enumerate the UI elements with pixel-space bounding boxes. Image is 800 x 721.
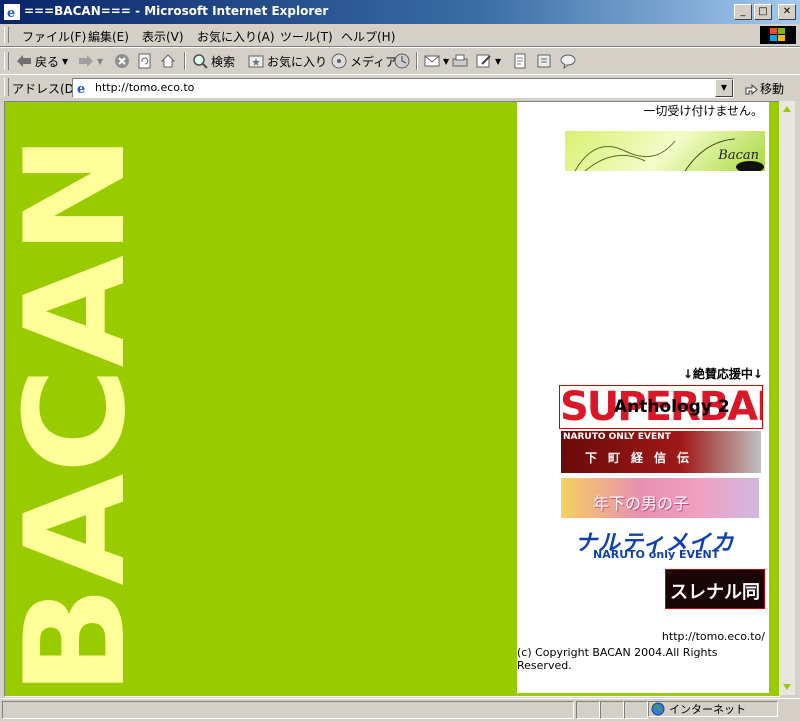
back-arrow-icon bbox=[17, 55, 31, 67]
favorites-icon bbox=[248, 55, 264, 68]
surenaru-banner[interactable]: スレナル同盟 bbox=[665, 569, 765, 609]
shitamachi-banner-title: 下町経信伝 bbox=[585, 451, 701, 465]
messenger-icon bbox=[560, 54, 576, 69]
main-banner-text: Bacan bbox=[718, 148, 759, 163]
copyright-text: (c) Copyright BACAN 2004.All Rights Rese… bbox=[517, 646, 718, 672]
anthology-banner[interactable]: SUPERBAD Anthology 2 bbox=[559, 385, 763, 429]
page-icon: e bbox=[77, 82, 85, 96]
edit-button[interactable]: ▼ bbox=[476, 52, 501, 70]
favorites-label: お気に入り bbox=[267, 54, 328, 69]
messenger-button[interactable] bbox=[560, 52, 576, 70]
go-arrow-icon bbox=[745, 83, 758, 95]
shitamachi-banner-event: NARUTO ONLY EVENT bbox=[563, 432, 671, 442]
address-url: http://tomo.eco.to bbox=[95, 81, 195, 94]
search-icon bbox=[193, 54, 208, 69]
media-label: メディア bbox=[350, 54, 398, 69]
svg-text:e: e bbox=[7, 6, 15, 20]
shitamachi-banner[interactable]: NARUTO ONLY EVENT 下町経信伝 bbox=[561, 431, 761, 473]
menu-favorites[interactable]: お気に入り(A) bbox=[197, 28, 275, 45]
menu-file[interactable]: ファイル(F) bbox=[22, 28, 86, 45]
status-text-cell bbox=[2, 701, 574, 719]
address-input[interactable]: e http://tomo.eco.to ▼ bbox=[72, 78, 734, 98]
refresh-icon bbox=[138, 53, 151, 69]
print-button[interactable] bbox=[452, 52, 468, 70]
status-cell-3 bbox=[624, 701, 648, 719]
title-bar: e ===BACAN=== - Microsoft Internet Explo… bbox=[0, 0, 800, 24]
search-label: 検索 bbox=[211, 54, 236, 69]
globe-icon bbox=[651, 702, 665, 716]
home-icon bbox=[160, 54, 176, 68]
home-button[interactable] bbox=[160, 52, 176, 70]
media-icon bbox=[331, 53, 347, 69]
address-dropdown-button[interactable]: ▼ bbox=[715, 79, 733, 97]
svg-text:e: e bbox=[77, 82, 85, 96]
toolbar-grip bbox=[4, 27, 9, 43]
windows-logo-icon bbox=[760, 26, 796, 44]
narutimaker-banner[interactable]: ナルティメイカー NARUTO only EVENT bbox=[575, 525, 755, 565]
status-cell-1 bbox=[576, 701, 600, 719]
menu-view[interactable]: 表示(V) bbox=[142, 28, 184, 45]
mail-button[interactable]: ▼ bbox=[424, 52, 449, 70]
stop-icon bbox=[115, 54, 129, 68]
standard-toolbar: 戻る ▼ ▼ 検索 お気に入り メディア ▼ ▼ bbox=[0, 47, 800, 75]
address-label: アドレス(D) bbox=[12, 82, 79, 96]
back-label: 戻る bbox=[35, 54, 60, 69]
site-logo-text: BACAN bbox=[13, 134, 125, 696]
notice-text: 一切受け付けません。 bbox=[643, 104, 763, 118]
forward-arrow-icon bbox=[79, 55, 93, 67]
address-bar: アドレス(D) e http://tomo.eco.to ▼ 移動 bbox=[0, 74, 800, 99]
discuss-icon bbox=[514, 53, 526, 69]
menu-help[interactable]: ヘルプ(H) bbox=[341, 28, 395, 45]
search-button[interactable]: 検索 bbox=[192, 52, 235, 70]
scroll-down-icon[interactable] bbox=[779, 679, 795, 695]
security-zone: インターネット bbox=[648, 701, 778, 717]
minimize-button[interactable]: _ bbox=[734, 4, 752, 20]
stop-button[interactable] bbox=[114, 52, 130, 70]
close-button[interactable]: ✕ bbox=[778, 4, 796, 20]
site-logo: BACAN bbox=[13, 134, 125, 696]
history-button[interactable] bbox=[394, 52, 410, 70]
maximize-button[interactable]: □ bbox=[754, 4, 772, 20]
go-button[interactable]: 移動 bbox=[744, 80, 784, 97]
footer-url: http://tomo.eco.to/ bbox=[661, 630, 765, 643]
status-bar: インターネット bbox=[0, 698, 800, 721]
menu-tools[interactable]: ツール(T) bbox=[280, 28, 333, 45]
menu-edit[interactable]: 編集(E) bbox=[88, 28, 129, 45]
edit-icon bbox=[476, 54, 491, 68]
refresh-button[interactable] bbox=[137, 52, 153, 70]
ie-logo-icon: e bbox=[4, 4, 20, 20]
web-page: BACAN 一切受け付けません。 Bacan ↓絶賛応援中↓ SUPERBAD … bbox=[4, 101, 780, 697]
forward-button[interactable]: ▼ bbox=[78, 52, 103, 70]
toshishita-banner-title: 年下の男の子 bbox=[593, 494, 690, 513]
surenaru-banner-title: スレナル同盟 bbox=[670, 582, 760, 603]
support-heading: ↓絶賛応援中↓ bbox=[682, 367, 763, 381]
anthology-banner-subtitle: Anthology 2 bbox=[614, 397, 730, 417]
scroll-up-icon[interactable] bbox=[779, 101, 795, 117]
discuss-button[interactable] bbox=[512, 52, 528, 70]
mail-icon bbox=[424, 55, 440, 67]
research-icon bbox=[537, 54, 551, 68]
status-cell-2 bbox=[600, 701, 624, 719]
menu-bar: ファイル(F) 編集(E) 表示(V) お気に入り(A) ツール(T) ヘルプ(… bbox=[0, 24, 800, 47]
go-label: 移動 bbox=[760, 82, 785, 96]
window-title: ===BACAN=== - Microsoft Internet Explore… bbox=[24, 4, 329, 18]
main-banner[interactable]: Bacan bbox=[565, 131, 765, 171]
zone-label: インターネット bbox=[669, 703, 746, 716]
narutimaker-banner-subtitle: NARUTO only EVENT bbox=[593, 548, 720, 561]
research-button[interactable] bbox=[536, 52, 552, 70]
media-button[interactable]: メディア bbox=[331, 52, 397, 70]
print-icon bbox=[452, 54, 468, 67]
content-panel: 一切受け付けません。 Bacan ↓絶賛応援中↓ SUPERBAD Anthol… bbox=[517, 102, 769, 693]
history-icon bbox=[394, 53, 410, 69]
vertical-scrollbar[interactable] bbox=[779, 101, 795, 695]
back-button[interactable]: 戻る ▼ bbox=[16, 52, 68, 70]
favorites-button[interactable]: お気に入り bbox=[248, 52, 327, 70]
toshishita-banner[interactable]: 年下の男の子 bbox=[561, 478, 759, 518]
